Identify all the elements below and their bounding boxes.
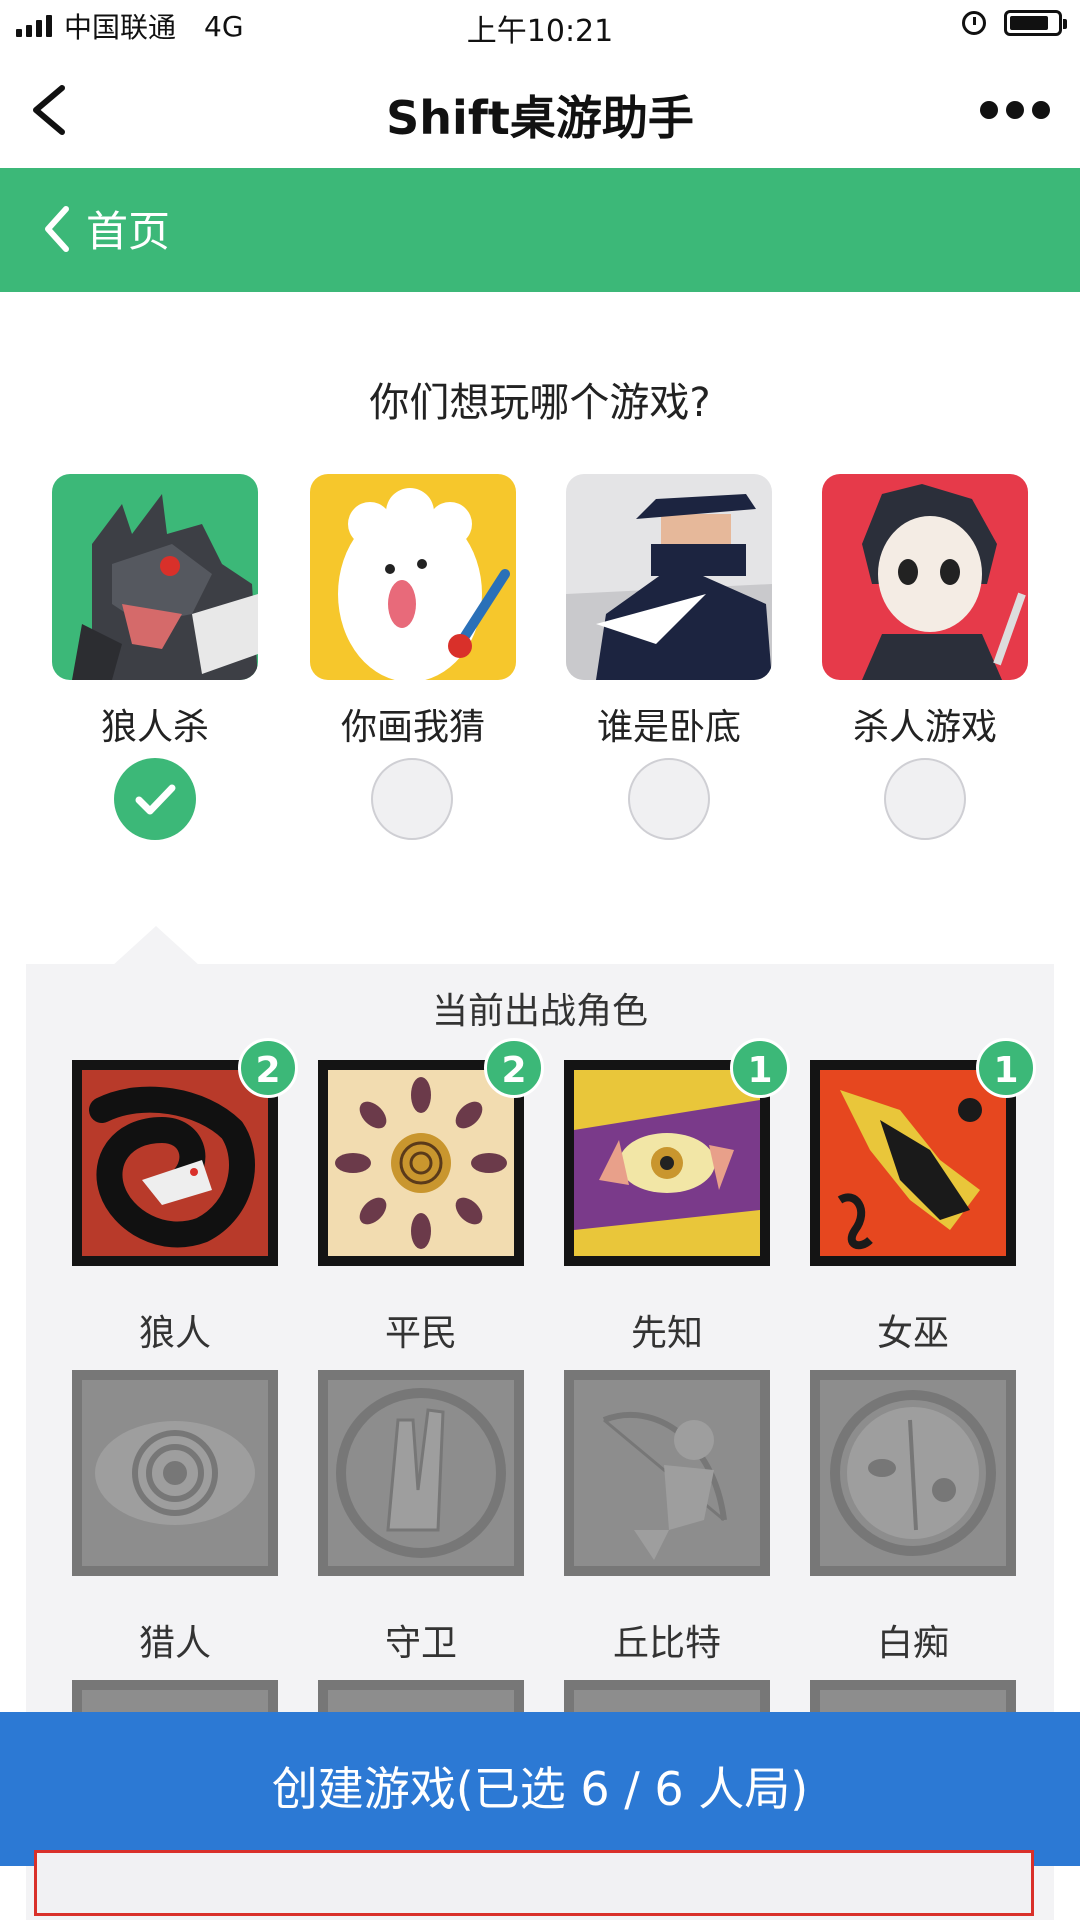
game-question: 你们想玩哪个游戏? bbox=[369, 380, 711, 426]
alpaca-game-image bbox=[310, 474, 516, 680]
role-cupid[interactable]: 丘比特 bbox=[564, 1370, 770, 1666]
hunter-card-image bbox=[72, 1370, 278, 1576]
radio-werewolf-selected[interactable] bbox=[114, 758, 196, 840]
villager-card-image bbox=[318, 1060, 524, 1266]
role-label: 白痴 bbox=[876, 1623, 949, 1664]
role-count-badge: 2 bbox=[484, 1038, 544, 1098]
alarm-icon bbox=[962, 11, 986, 35]
role-count-badge: 1 bbox=[976, 1038, 1036, 1098]
game-option-undercover[interactable]: 谁是卧底 bbox=[566, 474, 772, 750]
battery-icon bbox=[1004, 10, 1067, 36]
guard-card-image bbox=[318, 1370, 524, 1576]
role-idiot[interactable]: 白痴 bbox=[810, 1370, 1016, 1666]
role-label: 狼人 bbox=[138, 1313, 211, 1354]
checkmark-icon bbox=[135, 784, 176, 815]
spy-game-image bbox=[566, 474, 772, 680]
nav-bar: Shift桌游助手 bbox=[0, 52, 1080, 168]
chevron-left-icon bbox=[45, 205, 69, 252]
home-label: 首页 bbox=[86, 207, 171, 256]
screen: 中国联通 4G 上午10:21 Shift桌游助手 首页 你们想玩哪个游戏? 狼… bbox=[0, 0, 1080, 1920]
werewolf-game-image bbox=[52, 474, 258, 680]
home-bar: 首页 bbox=[0, 168, 1080, 292]
game-label: 你画我猜 bbox=[340, 707, 485, 748]
game-option-draw-guess[interactable]: 你画我猜 bbox=[310, 474, 516, 750]
radio-draw-guess[interactable] bbox=[371, 758, 453, 840]
roles-title: 当前出战角色 bbox=[431, 991, 648, 1032]
role-seer[interactable]: 1 先知 bbox=[564, 1038, 790, 1356]
role-count-badge: 2 bbox=[238, 1038, 298, 1098]
werewolf-card-image bbox=[72, 1060, 278, 1266]
role-label: 女巫 bbox=[876, 1313, 949, 1354]
idiot-card-image bbox=[810, 1370, 1016, 1576]
role-guard[interactable]: 守卫 bbox=[318, 1370, 524, 1666]
role-label: 猎人 bbox=[138, 1623, 211, 1664]
highlight-box bbox=[34, 1850, 1034, 1916]
role-villager[interactable]: 2 平民 bbox=[318, 1038, 544, 1356]
game-label: 杀人游戏 bbox=[852, 707, 997, 748]
role-label: 守卫 bbox=[384, 1623, 457, 1664]
role-count-badge: 1 bbox=[730, 1038, 790, 1098]
clock: 上午10:21 bbox=[466, 14, 614, 49]
role-witch[interactable]: 1 女巫 bbox=[810, 1038, 1036, 1356]
more-icon[interactable] bbox=[980, 92, 1050, 128]
status-bar: 中国联通 4G 上午10:21 bbox=[0, 0, 1080, 52]
seer-card-image bbox=[564, 1060, 770, 1266]
role-werewolf[interactable]: 2 狼人 bbox=[72, 1038, 298, 1356]
cupid-card-image bbox=[564, 1370, 770, 1576]
witch-card-image bbox=[810, 1060, 1016, 1266]
radio-mafia[interactable] bbox=[884, 758, 966, 840]
status-right bbox=[962, 10, 1067, 36]
page-title: Shift桌游助手 bbox=[386, 91, 694, 145]
game-label: 谁是卧底 bbox=[596, 707, 741, 748]
game-option-werewolf[interactable]: 狼人杀 bbox=[52, 474, 258, 750]
create-game-button[interactable]: 创建游戏(已选 6 / 6 人局) bbox=[0, 1712, 1080, 1866]
panel-pointer bbox=[112, 926, 200, 966]
home-link[interactable]: 首页 bbox=[40, 198, 170, 259]
role-label: 先知 bbox=[630, 1313, 703, 1354]
game-option-mafia[interactable]: 杀人游戏 bbox=[822, 474, 1028, 750]
game-label: 狼人杀 bbox=[100, 707, 209, 748]
radio-undercover[interactable] bbox=[628, 758, 710, 840]
role-label: 丘比特 bbox=[612, 1623, 721, 1664]
role-label: 平民 bbox=[384, 1313, 457, 1354]
role-hunter[interactable]: 猎人 bbox=[72, 1370, 278, 1666]
mask-game-image bbox=[822, 474, 1028, 680]
